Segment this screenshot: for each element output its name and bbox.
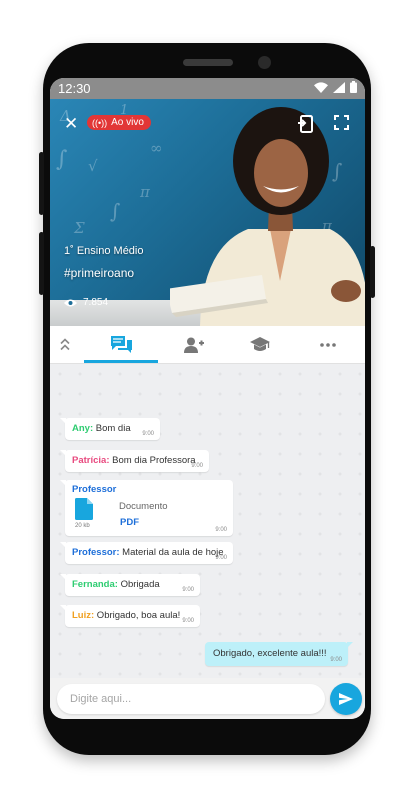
chalkboard-formula: π <box>140 183 150 201</box>
document-size: 20 kb <box>75 523 90 529</box>
live-video-player[interactable]: Δ 1 ∫ √ ∫ π Σ ∞ ∫ π ✕ ((•)) Ao vivo 1˚ E… <box>50 99 365 326</box>
close-icon[interactable]: ✕ <box>64 114 78 134</box>
chat-message: Fernanda: Obrigada 9:00 <box>60 574 200 596</box>
tab-chat[interactable] <box>84 326 158 363</box>
status-icons <box>314 81 357 93</box>
chalkboard-formula: Σ <box>74 219 85 237</box>
add-user-icon <box>184 337 204 353</box>
view-count: 7.854 <box>64 297 108 308</box>
chalkboard-formula: √ <box>88 157 98 175</box>
document-icon <box>75 498 93 520</box>
live-label: Ao vivo <box>111 117 144 128</box>
chat-icon <box>110 336 132 353</box>
sender-name: Professor: <box>72 547 120 558</box>
eye-icon <box>64 299 77 306</box>
phone-side-button <box>39 152 44 215</box>
message-time: 9:00 <box>142 431 154 437</box>
chat-messages: Any: Bom dia 9:00 Patrícia: Bom dia Prof… <box>50 364 365 684</box>
chat-message: Professor: Material da aula de hoje 9:00 <box>60 542 233 564</box>
signal-icon <box>333 81 345 93</box>
chalkboard-formula: ∫ <box>110 199 121 223</box>
message-time: 9:00 <box>215 555 227 561</box>
phone-side-button <box>39 232 44 295</box>
message-time: 9:00 <box>182 587 194 593</box>
app-screen: 12:30 Δ 1 ∫ √ ∫ π Σ ∞ ∫ π ✕ ((•)) Ao viv… <box>50 78 365 719</box>
message-time: 9:00 <box>215 527 227 533</box>
message-time: 9:00 <box>191 463 203 469</box>
chat-message: Patrícia: Bom dia Professora 9:00 <box>60 450 209 472</box>
status-time: 12:30 <box>58 81 91 96</box>
message-text: Obrigado, excelente aula!!! <box>213 648 327 659</box>
class-hashtag: #primeiroano <box>64 266 135 280</box>
tab-more[interactable] <box>300 326 356 363</box>
sender-name: Patrícia: <box>72 455 110 466</box>
live-broadcast-icon: ((•)) <box>92 117 108 128</box>
sender-name: Luiz: <box>72 610 95 621</box>
message-input[interactable] <box>57 684 325 714</box>
collapse-button[interactable] <box>54 326 76 363</box>
chat-message-outgoing: Obrigado, excelente aula!!! 9:00 <box>205 642 353 666</box>
chat-message: Luiz: Obrigado, boa aula! 9:00 <box>60 605 200 627</box>
chat-message: Any: Bom dia 9:00 <box>60 418 160 440</box>
document-title: Documento <box>119 501 168 512</box>
message-time: 9:00 <box>182 618 194 624</box>
wifi-icon <box>314 81 328 93</box>
tab-classes[interactable] <box>232 326 288 363</box>
view-count-value: 7.854 <box>83 297 109 308</box>
message-text: Bom dia <box>93 423 131 434</box>
phone-power-button <box>370 246 375 298</box>
more-icon <box>320 342 336 347</box>
chalkboard-formula: ∫ <box>56 147 68 172</box>
chevron-up-icon <box>60 338 70 351</box>
tab-bar <box>50 326 365 364</box>
message-time: 9:00 <box>330 657 342 663</box>
cast-icon[interactable] <box>298 115 314 133</box>
chalkboard-formula: ∞ <box>150 139 163 157</box>
message-text: Material da aula de hoje <box>119 547 224 558</box>
status-bar: 12:30 <box>50 78 365 99</box>
course-label: 1˚ Ensino Médio <box>64 245 144 257</box>
chat-message-document[interactable]: Professor 20 kb Documento PDF 9:00 <box>60 480 233 536</box>
send-icon <box>339 693 353 705</box>
send-button[interactable] <box>330 683 362 715</box>
battery-icon <box>350 81 357 93</box>
phone-speaker <box>183 59 233 66</box>
message-composer <box>50 678 365 719</box>
message-text: Obrigada <box>117 579 160 590</box>
sender-name: Professor <box>72 484 117 495</box>
document-type: PDF <box>120 517 139 528</box>
fullscreen-icon[interactable] <box>334 115 349 130</box>
message-text: Bom dia Professora <box>109 455 196 466</box>
tab-participants[interactable] <box>166 326 222 363</box>
sender-name: Fernanda: <box>72 579 118 590</box>
sender-name: Any: <box>72 423 94 434</box>
teacher-image <box>170 107 365 326</box>
message-text: Obrigado, boa aula! <box>94 610 181 621</box>
live-badge: ((•)) Ao vivo <box>87 115 151 130</box>
graduation-cap-icon <box>250 337 270 351</box>
phone-camera <box>258 56 271 69</box>
